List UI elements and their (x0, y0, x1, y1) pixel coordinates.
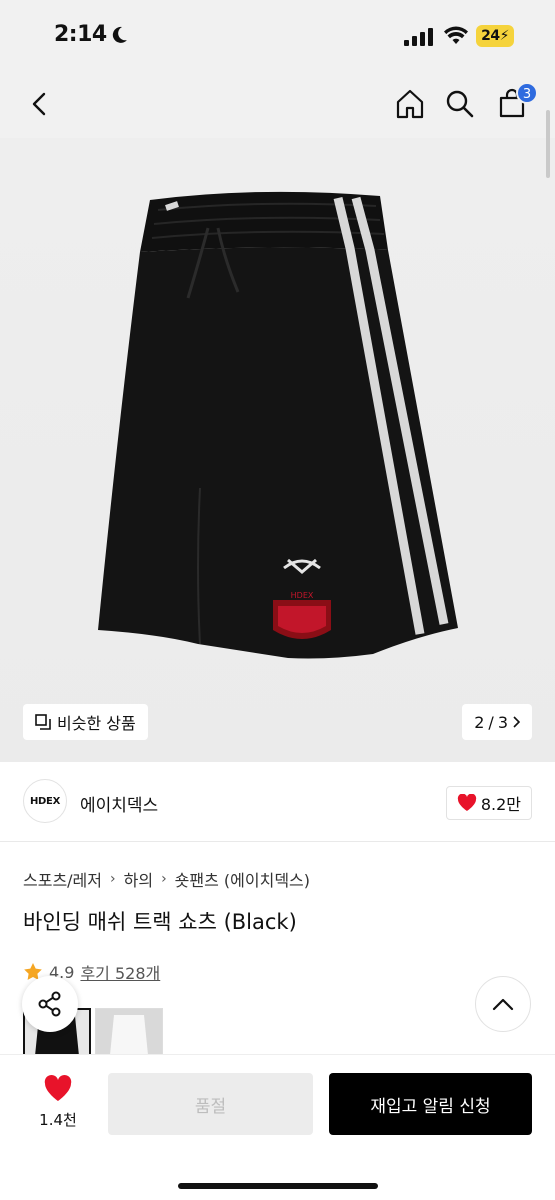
moon-icon (112, 26, 127, 43)
chevron-right-icon: › (161, 871, 167, 887)
battery-level: 24 (481, 28, 500, 44)
status-time: 2:14 (54, 22, 107, 47)
bottom-action-bar: 1.4천 품절 재입고 알림 신청 (0, 1054, 555, 1200)
similar-products-button[interactable]: 비슷한 상품 (23, 704, 148, 740)
search-button[interactable] (440, 84, 480, 124)
breadcrumb-item[interactable]: 숏팬츠 (에이치덱스) (175, 867, 310, 891)
brand-like-count: 8.2만 (480, 795, 521, 814)
brand-logo-text: HDEX (29, 795, 60, 807)
breadcrumb-item[interactable]: 하의 (124, 867, 153, 891)
product-image: HDEX (98, 191, 458, 659)
heart-icon (44, 1075, 72, 1101)
chevron-right-icon (513, 716, 520, 728)
back-button[interactable] (20, 84, 60, 124)
page-separator: / (488, 712, 494, 732)
share-button[interactable] (22, 976, 78, 1032)
chevron-up-icon (492, 998, 514, 1011)
heart-icon (457, 794, 476, 811)
page-total: 3 (497, 712, 508, 732)
wishlist-count: 1.4천 (39, 1111, 77, 1129)
soldout-button: 품절 (108, 1073, 313, 1135)
page-scrollbar[interactable] (546, 110, 550, 178)
copy-icon (35, 714, 51, 730)
review-count-link[interactable]: 후기 528개 (80, 960, 160, 984)
cart-count-badge: 3 (516, 82, 538, 104)
wishlist-button[interactable]: 1.4천 (30, 1075, 86, 1130)
similar-products-label: 비슷한 상품 (57, 714, 136, 733)
breadcrumb-item[interactable]: 스포츠/레저 (23, 867, 102, 891)
signal-icon (404, 28, 433, 46)
brand-row: HDEX 에이치덱스 8.2만 (0, 762, 555, 842)
product-title: 바인딩 매쉬 트랙 쇼츠 (Black) (23, 910, 297, 934)
share-icon (38, 991, 61, 1017)
home-indicator (178, 1183, 378, 1189)
nav-bar: 3 (0, 72, 555, 138)
page-current: 2 (474, 712, 485, 732)
status-bar: 2:14 24⚡ (0, 0, 555, 72)
product-image-gallery[interactable]: HDEX 비슷한 상품 2 / 3 (0, 138, 555, 762)
scroll-to-top-button[interactable] (475, 976, 531, 1032)
search-icon (446, 90, 474, 118)
restock-alert-button[interactable]: 재입고 알림 신청 (329, 1073, 532, 1135)
chevron-right-icon: › (110, 871, 116, 887)
home-icon (396, 89, 424, 119)
brand-name[interactable]: 에이치덱스 (80, 791, 158, 816)
home-button[interactable] (390, 84, 430, 124)
wifi-icon (444, 26, 468, 44)
cart-button[interactable]: 3 (492, 82, 538, 124)
breadcrumb: 스포츠/레저 › 하의 › 숏팬츠 (에이치덱스) (23, 867, 310, 891)
image-page-indicator[interactable]: 2 / 3 (462, 704, 532, 740)
chevron-left-icon (32, 92, 46, 116)
brand-like-button[interactable]: 8.2만 (445, 786, 532, 820)
product-logo-text: HDEX (291, 591, 314, 600)
brand-logo[interactable]: HDEX (23, 779, 67, 823)
battery-indicator: 24⚡ (476, 25, 514, 47)
